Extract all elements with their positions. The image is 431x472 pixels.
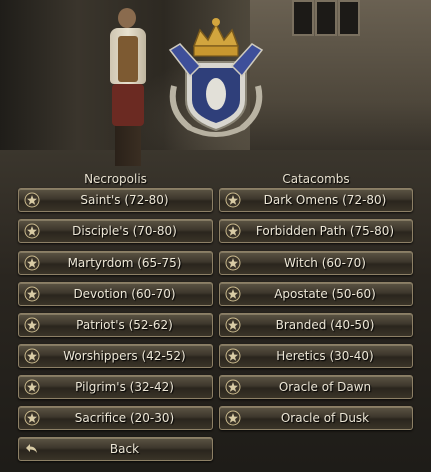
- teleport-emblem-icon: [225, 223, 241, 239]
- necropolis-column-title: Necropolis: [84, 172, 147, 186]
- button-label: Saint's (72-80): [80, 193, 169, 207]
- building-window: [338, 0, 360, 36]
- button-label: Dark Omens (72-80): [263, 193, 387, 207]
- catacombs-branded-button[interactable]: Branded (40-50): [219, 313, 413, 337]
- catacombs-column-title: Catacombs: [282, 172, 350, 186]
- teleport-emblem-icon: [24, 255, 40, 271]
- teleport-emblem-icon: [24, 379, 40, 395]
- building-window: [315, 0, 337, 36]
- npc-character[interactable]: [102, 8, 154, 166]
- button-label: Disciple's (70-80): [72, 224, 177, 238]
- button-label: Heretics (30-40): [276, 349, 374, 363]
- teleport-emblem-icon: [24, 317, 40, 333]
- necropolis-saints-button[interactable]: Saint's (72-80): [18, 188, 213, 212]
- teleport-emblem-icon: [225, 379, 241, 395]
- teleport-emblem-icon: [225, 410, 241, 426]
- catacombs-dark-omens-button[interactable]: Dark Omens (72-80): [219, 188, 413, 212]
- button-label: Pilgrim's (32-42): [75, 380, 174, 394]
- button-label: Witch (60-70): [284, 256, 366, 270]
- teleport-emblem-icon: [225, 286, 241, 302]
- back-arrow-icon: [26, 444, 37, 453]
- necropolis-patriots-button[interactable]: Patriot's (52-62): [18, 313, 213, 337]
- button-label: Martyrdom (65-75): [67, 256, 182, 270]
- teleport-emblem-icon: [24, 410, 40, 426]
- necropolis-martyrdom-button[interactable]: Martyrdom (65-75): [18, 251, 213, 275]
- teleport-emblem-icon: [225, 317, 241, 333]
- catacombs-heretics-button[interactable]: Heretics (30-40): [219, 344, 413, 368]
- necropolis-devotion-button[interactable]: Devotion (60-70): [18, 282, 213, 306]
- back-button[interactable]: Back: [18, 437, 213, 461]
- necropolis-sacrifice-button[interactable]: Sacrifice (20-30): [18, 406, 213, 430]
- catacombs-forbidden-path-button[interactable]: Forbidden Path (75-80): [219, 219, 413, 243]
- necropolis-worshippers-button[interactable]: Worshippers (42-52): [18, 344, 213, 368]
- catacombs-apostate-button[interactable]: Apostate (50-60): [219, 282, 413, 306]
- teleport-emblem-icon: [225, 192, 241, 208]
- teleport-emblem-icon: [225, 348, 241, 364]
- catacombs-oracle-of-dusk-button[interactable]: Oracle of Dusk: [219, 406, 413, 430]
- necropolis-pilgrims-button[interactable]: Pilgrim's (32-42): [18, 375, 213, 399]
- catacombs-witch-button[interactable]: Witch (60-70): [219, 251, 413, 275]
- teleport-emblem-icon: [225, 255, 241, 271]
- button-label: Forbidden Path (75-80): [255, 224, 395, 238]
- button-label: Oracle of Dusk: [280, 411, 370, 425]
- necropolis-disciples-button[interactable]: Disciple's (70-80): [18, 219, 213, 243]
- teleport-emblem-icon: [24, 348, 40, 364]
- teleport-emblem-icon: [24, 192, 40, 208]
- catacombs-oracle-of-dawn-button[interactable]: Oracle of Dawn: [219, 375, 413, 399]
- teleport-emblem-icon: [24, 286, 40, 302]
- crown-shield-emblem: [168, 18, 264, 137]
- building-window: [292, 0, 314, 36]
- button-label: Apostate (50-60): [274, 287, 376, 301]
- teleport-emblem-icon: [24, 223, 40, 239]
- button-label: Patriot's (52-62): [76, 318, 173, 332]
- button-label: Sacrifice (20-30): [74, 411, 175, 425]
- button-label: Worshippers (42-52): [63, 349, 186, 363]
- button-label: Back: [109, 442, 140, 456]
- button-label: Oracle of Dawn: [278, 380, 372, 394]
- button-label: Devotion (60-70): [73, 287, 176, 301]
- button-label: Branded (40-50): [275, 318, 375, 332]
